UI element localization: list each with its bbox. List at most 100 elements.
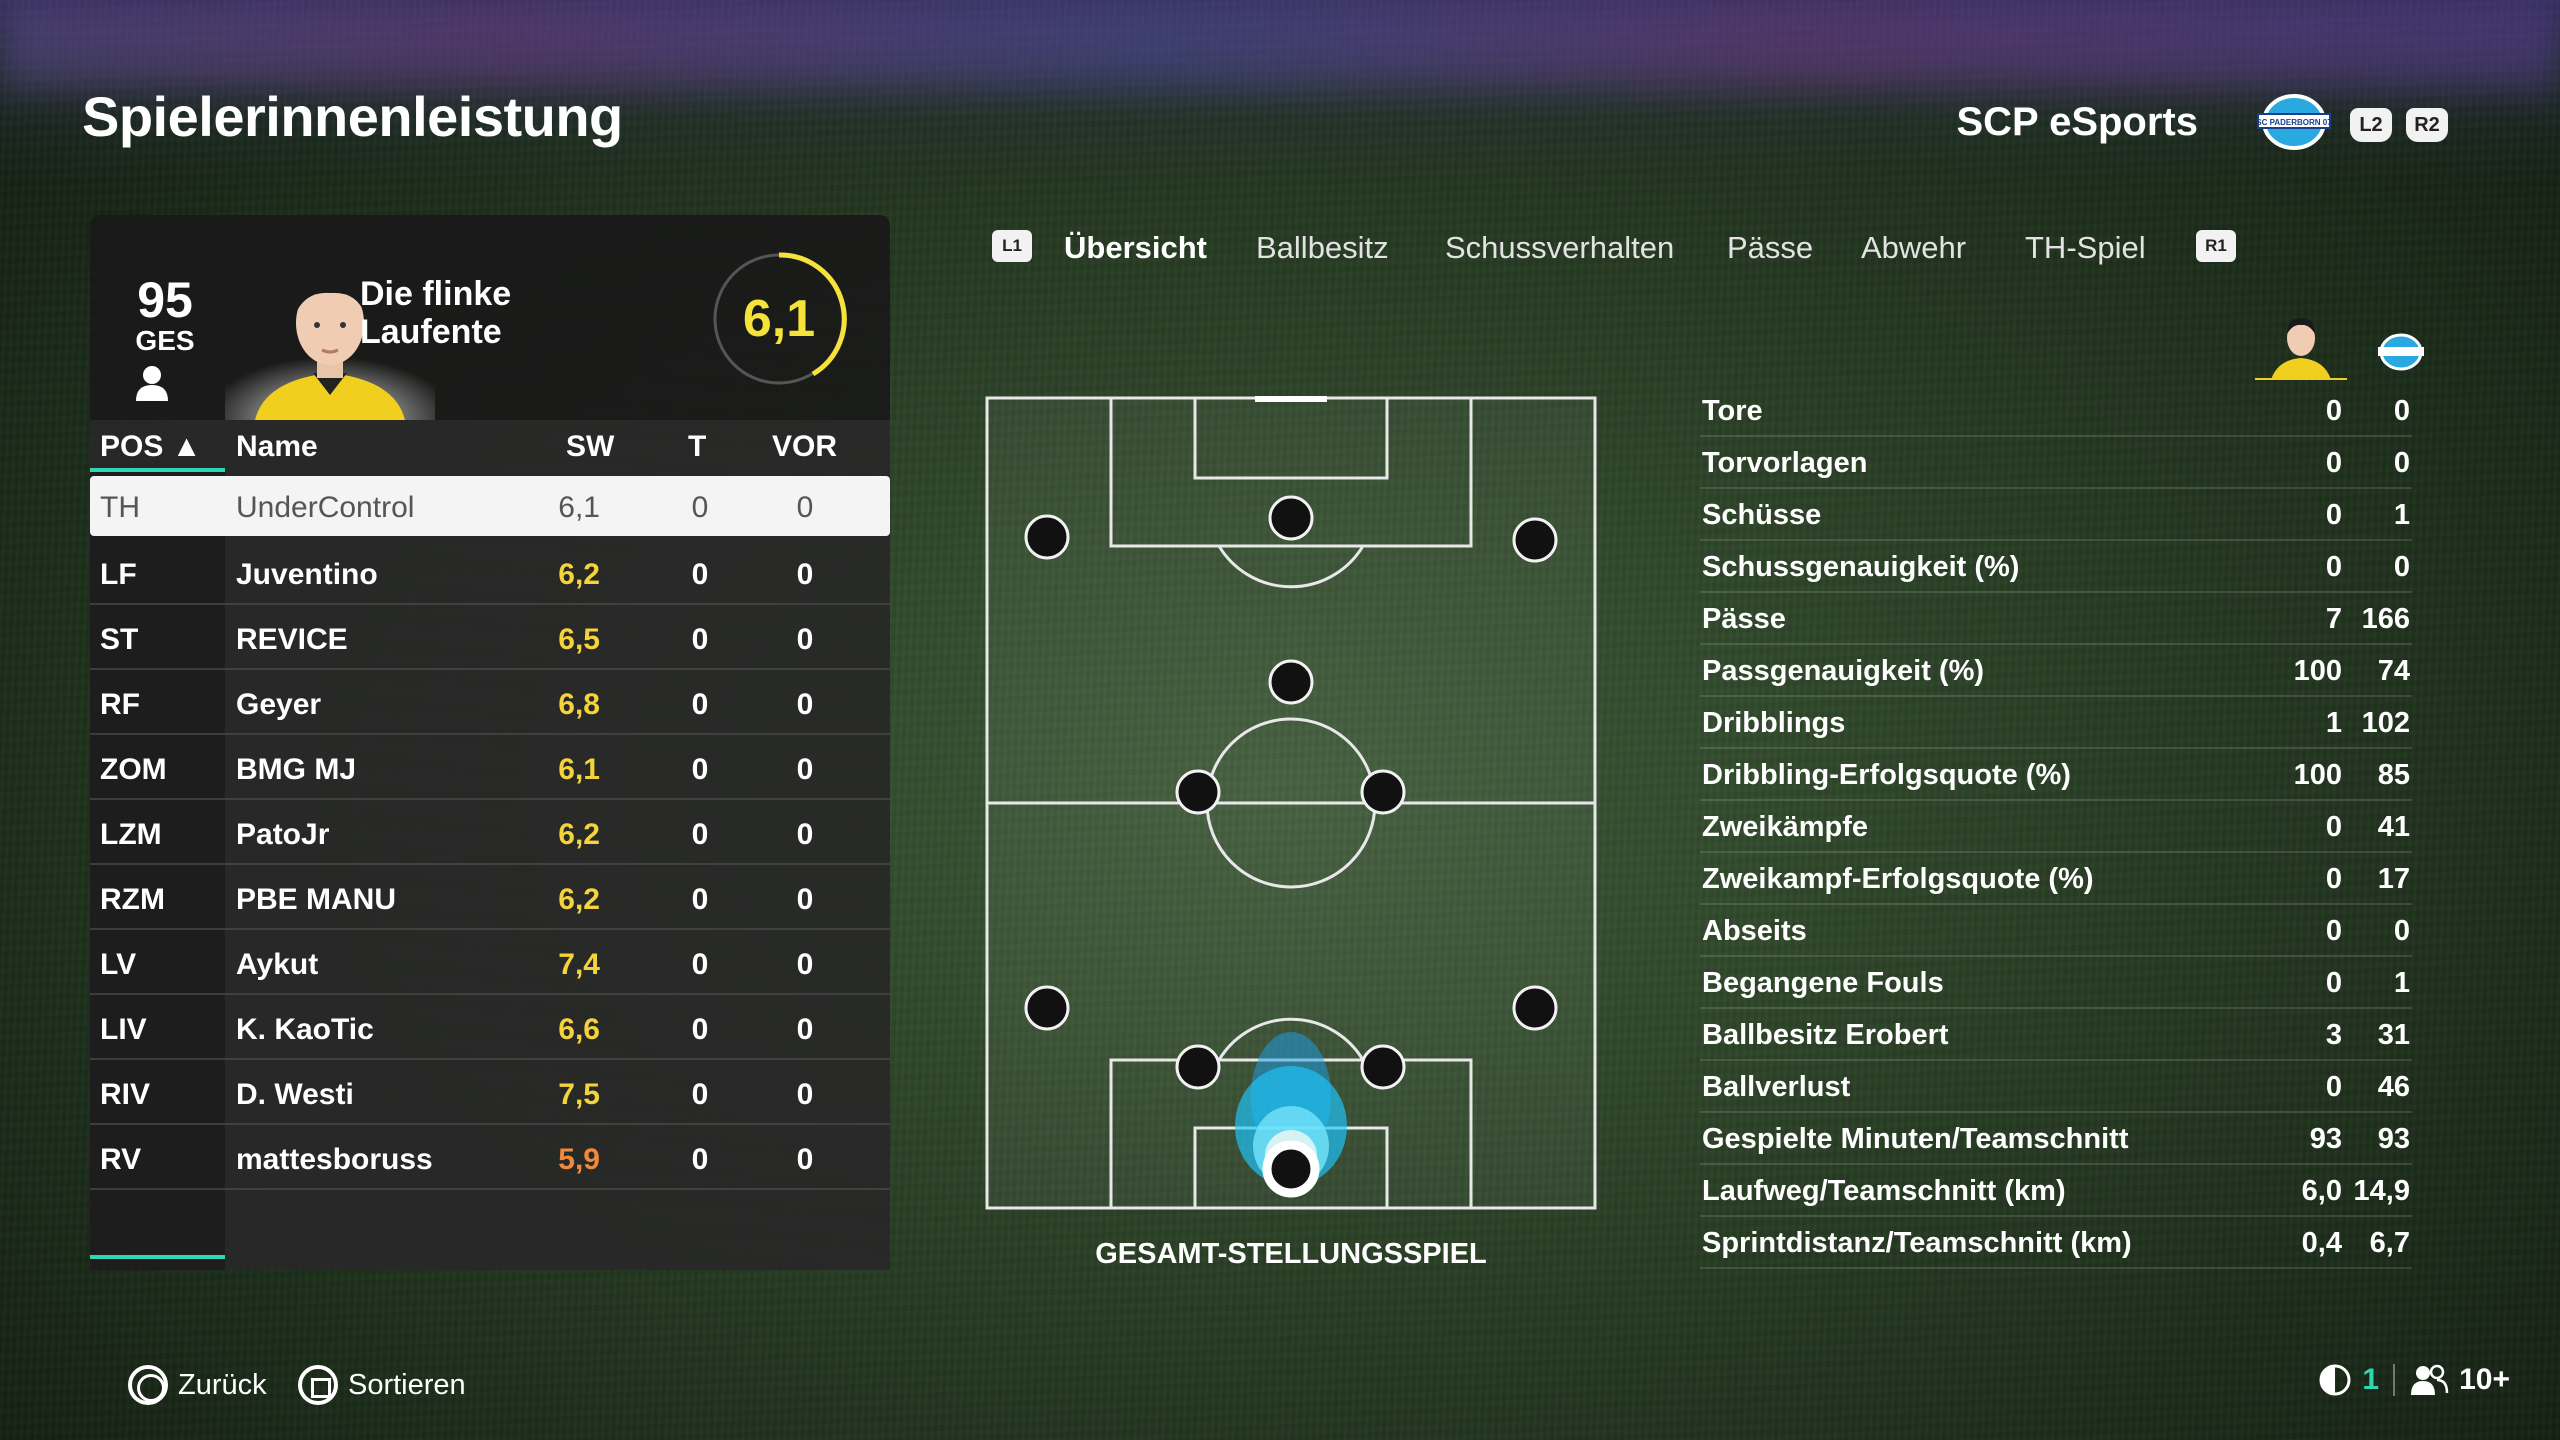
cell-name: REVICE	[236, 623, 348, 656]
cell-sw: 6,2	[558, 818, 600, 851]
header-name[interactable]: Name	[236, 430, 318, 464]
sort-button[interactable]: Sortieren	[298, 1365, 466, 1405]
nickname-line-1: Die flinke	[360, 275, 512, 313]
stat-player-value: 0	[2325, 915, 2342, 947]
cell-name: Juventino	[236, 558, 378, 591]
stat-player-value: 0	[2325, 1071, 2342, 1103]
cell-pos: TH	[100, 491, 140, 524]
cell-vor: 0	[796, 623, 814, 656]
cell-name: Aykut	[236, 948, 319, 981]
table-row[interactable]: RIV D. Westi 7,5 0 0	[90, 1061, 890, 1125]
stat-row: Dribblings 1 102	[1700, 697, 2412, 749]
cell-vor: 0	[796, 491, 814, 524]
stat-label: Schüsse	[1702, 499, 1822, 531]
table-row[interactable]: LZM PatoJr 6,2 0 0	[90, 801, 890, 865]
header-sw[interactable]: SW	[566, 430, 614, 464]
player-card: 95 GES Die flinke Laufente 6,1	[90, 215, 890, 420]
table-row[interactable]: RZM PBE MANU 6,2 0 0	[90, 866, 890, 930]
stat-player-value: 93	[2309, 1123, 2342, 1155]
club-crest-icon: SC PADERBORN 07	[2256, 94, 2332, 150]
cell-t: 0	[691, 1143, 709, 1176]
stat-team-value: 0	[2393, 395, 2410, 427]
cell-t: 0	[691, 623, 709, 656]
stat-row: Torvorlagen 0 0	[1700, 437, 2412, 489]
cell-pos: LF	[100, 558, 137, 591]
stat-player-value: 6,0	[2301, 1175, 2342, 1207]
stat-team-value: 46	[2377, 1071, 2410, 1103]
table-row[interactable]: LV Aykut 7,4 0 0	[90, 931, 890, 995]
tab-ballbesitz[interactable]: Ballbesitz	[1256, 230, 1389, 266]
cell-sw: 6,2	[558, 883, 600, 916]
pitch-caption: GESAMT-STELLUNGSSPIEL	[1095, 1238, 1487, 1270]
cell-vor: 0	[796, 1013, 814, 1046]
stat-team-value: 6,7	[2369, 1227, 2410, 1259]
formation-dot-lzm	[1175, 769, 1221, 815]
cell-vor: 0	[796, 753, 814, 786]
stat-player-value: 100	[2293, 759, 2342, 791]
stat-label: Tore	[1702, 395, 1763, 427]
stat-row: Pässe 7 166	[1700, 593, 2412, 645]
l2-button[interactable]: L2	[2350, 108, 2392, 142]
cell-vor: 0	[796, 948, 814, 981]
cell-sw: 7,4	[558, 948, 600, 981]
tab-passe[interactable]: Pässe	[1727, 230, 1813, 266]
cell-vor: 0	[796, 818, 814, 851]
stat-player-value: 0	[2325, 551, 2342, 583]
cell-name: BMG MJ	[236, 753, 356, 786]
r1-button[interactable]: R1	[2196, 230, 2236, 262]
stat-team-value: 166	[2361, 603, 2410, 635]
player-table: POS ▲ Name SW T VOR TH UnderControl 6,1 0 0 L…	[90, 420, 890, 1270]
header-pos[interactable]: POS ▲	[100, 430, 201, 464]
tab-abwehr[interactable]: Abwehr	[1861, 230, 1966, 266]
table-row[interactable]: RF Geyer 6,8 0 0	[90, 671, 890, 735]
stat-team-value: 31	[2377, 1019, 2410, 1051]
cell-sw: 6,2	[558, 558, 600, 591]
stat-label: Schussgenauigkeit (%)	[1702, 551, 2020, 583]
stat-team-value: 41	[2377, 811, 2410, 843]
header-vor[interactable]: VOR	[772, 430, 837, 464]
formation-dot-rf	[1512, 517, 1558, 563]
r2-button[interactable]: R2	[2406, 108, 2448, 142]
cell-name: PatoJr	[236, 818, 330, 851]
table-row[interactable]: TH UnderControl 6,1 0 0	[90, 476, 890, 536]
tab-schussverhalten[interactable]: Schussverhalten	[1445, 230, 1674, 266]
stat-team-value: 1	[2393, 967, 2410, 999]
cell-t: 0	[691, 1078, 709, 1111]
table-row[interactable]: ST REVICE 6,5 0 0	[90, 606, 890, 670]
cell-vor: 0	[796, 1078, 814, 1111]
table-row[interactable]: ZOM BMG MJ 6,1 0 0	[90, 736, 890, 800]
tab-th-spiel[interactable]: TH-Spiel	[2025, 230, 2146, 266]
stat-player-value: 0	[2325, 811, 2342, 843]
header-t[interactable]: T	[688, 430, 706, 464]
table-row[interactable]: LIV K. KaoTic 6,6 0 0	[90, 996, 890, 1060]
formation-dot-zom	[1268, 659, 1314, 705]
formation-dot-th-selected	[1262, 1140, 1320, 1198]
stat-row: Begangene Fouls 0 1	[1700, 957, 2412, 1009]
stat-team-value: 0	[2393, 447, 2410, 479]
cell-pos: RV	[100, 1143, 142, 1176]
back-button[interactable]: Zurück	[128, 1365, 267, 1405]
stat-player-value: 7	[2325, 603, 2342, 635]
circle-button-icon	[128, 1365, 168, 1405]
table-bottom-underline	[90, 1255, 225, 1259]
footer-divider	[2393, 1364, 2396, 1396]
connection-icon	[2319, 1364, 2351, 1396]
overall-value: 95	[137, 272, 193, 328]
header-underline	[90, 468, 225, 472]
stat-label: Zweikampf-Erfolgsquote (%)	[1702, 863, 2094, 895]
cell-pos: LV	[100, 948, 137, 981]
table-row[interactable]: RV mattesboruss 5,9 0 0	[90, 1126, 890, 1190]
sort-label: Sortieren	[348, 1368, 466, 1401]
stat-label: Ballbesitz Erobert	[1702, 1019, 1949, 1051]
cell-vor: 0	[796, 1143, 814, 1176]
back-label: Zurück	[178, 1368, 267, 1401]
stat-team-value: 85	[2377, 759, 2410, 791]
l1-button[interactable]: L1	[992, 230, 1032, 262]
cell-name: PBE MANU	[236, 883, 397, 916]
tab-ubersicht[interactable]: Übersicht	[1064, 230, 1207, 266]
stat-player-value: 0	[2325, 967, 2342, 999]
connection-value: 1	[2362, 1363, 2380, 1396]
formation-dot-rzm	[1360, 769, 1406, 815]
stat-label: Pässe	[1702, 603, 1786, 635]
table-row[interactable]: LF Juventino 6,2 0 0	[90, 541, 890, 605]
